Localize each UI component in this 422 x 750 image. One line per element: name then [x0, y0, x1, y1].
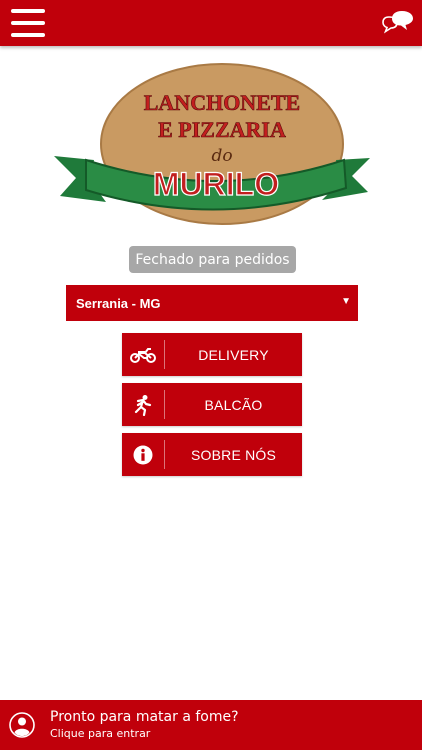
delivery-button[interactable]: DELIVERY: [122, 333, 302, 376]
caret-down-icon: ▼: [341, 296, 351, 307]
login-bar[interactable]: Pronto para matar a fome? Clique para en…: [0, 700, 422, 750]
logo-line-1: LANCHONETE: [144, 90, 300, 115]
city-select[interactable]: Serrania - MG ▼: [66, 285, 358, 321]
delivery-label: DELIVERY: [198, 346, 269, 363]
login-title: Pronto para matar a fome?: [50, 709, 239, 725]
status-badge: Fechado para pedidos: [129, 246, 296, 273]
hamburger-menu-icon[interactable]: [11, 9, 45, 37]
motorcycle-icon: [122, 333, 164, 376]
city-select-value: Serrania - MG: [76, 295, 161, 311]
chat-bubbles-icon[interactable]: [382, 9, 414, 37]
logo-line-2: E PIZZARIA: [158, 117, 286, 142]
balcao-label: BALCÃO: [204, 396, 263, 413]
about-button[interactable]: SOBRE NÓS: [122, 433, 302, 476]
info-icon: [122, 433, 164, 476]
logo-line-4: MURILO: [153, 166, 279, 202]
about-label: SOBRE NÓS: [190, 446, 277, 463]
balcao-button[interactable]: BALCÃO: [122, 383, 302, 426]
restaurant-logo: LANCHONETE E PIZZARIA do MURILO: [46, 60, 378, 235]
user-icon: [9, 712, 35, 738]
running-person-icon: [122, 383, 164, 426]
logo-line-3: do: [211, 146, 232, 166]
top-bar: [0, 0, 422, 46]
login-subtitle: Clique para entrar: [50, 727, 151, 740]
